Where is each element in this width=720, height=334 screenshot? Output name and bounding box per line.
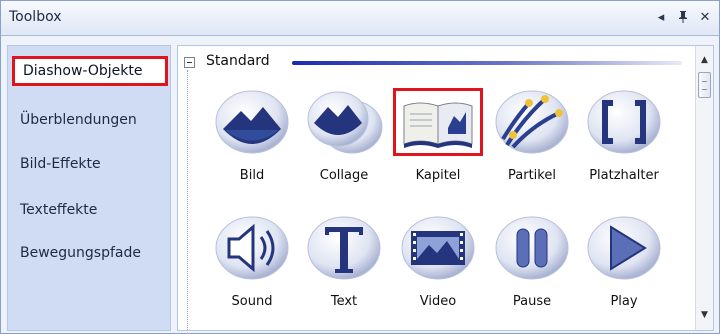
tile-label: Play [610, 294, 638, 309]
tile-label: Platzhalter [589, 168, 659, 183]
pin-icon[interactable] [675, 8, 691, 26]
window-title: Toolbox [9, 9, 62, 25]
tile-play[interactable]: Play [578, 212, 670, 312]
sidebar-item-diashow-objekte[interactable]: Diashow-Objekte [12, 56, 168, 86]
particle-icon [487, 88, 577, 156]
tile-label: Partikel [508, 168, 556, 183]
tile-bild[interactable]: Bild [206, 86, 298, 186]
scroll-thumb[interactable] [698, 72, 711, 98]
tree-guide-line [187, 70, 189, 330]
speaker-icon [207, 214, 297, 282]
group-divider [292, 61, 682, 65]
play-icon [579, 214, 669, 282]
tile-text[interactable]: Text [298, 212, 390, 312]
dropdown-arrow-icon[interactable]: ◂ [653, 8, 669, 26]
collage-icon [299, 88, 389, 156]
sidebar-item-bewegungspfade[interactable]: Bewegungspfade [10, 238, 166, 268]
tile-pause[interactable]: Pause [486, 212, 578, 312]
image-icon [207, 88, 297, 156]
placeholder-icon [579, 88, 669, 156]
tile-label: Pause [512, 294, 552, 309]
tile-label: Kapitel [415, 168, 461, 183]
group-title: Standard [206, 53, 270, 69]
sidebar-item-bild-effekte[interactable]: Bild-Effekte [10, 149, 166, 179]
tile-label: Text [330, 294, 358, 309]
category-sidebar: Diashow-Objekte Überblendungen Bild-Effe… [7, 45, 171, 331]
group-header: Standard [184, 52, 682, 74]
sidebar-item-texteffekte[interactable]: Texteffekte [10, 195, 166, 225]
tile-kapitel[interactable]: Kapitel [392, 86, 484, 186]
tile-sound[interactable]: Sound [206, 212, 298, 312]
tile-label: Sound [231, 294, 273, 309]
pause-icon [487, 214, 577, 282]
tile-collage[interactable]: Collage [298, 86, 390, 186]
collapse-toggle[interactable] [184, 57, 195, 68]
title-buttons: ◂ ✕ [653, 8, 713, 26]
tile-label: Collage [319, 168, 369, 183]
film-icon [393, 214, 483, 282]
tile-video[interactable]: Video [392, 212, 484, 312]
scroll-down-icon[interactable]: ▼ [700, 311, 709, 320]
objects-panel: Standard Bild Collage Kapitel Partikel P… [177, 45, 714, 331]
tile-platzhalter[interactable]: Platzhalter [578, 86, 670, 186]
vertical-scrollbar[interactable]: ▲ ▼ [695, 46, 713, 330]
tile-partikel[interactable]: Partikel [486, 86, 578, 186]
title-bar: Toolbox ◂ ✕ [1, 1, 719, 36]
toolbox-window: Toolbox ◂ ✕ Diashow-Objekte Überblendung… [0, 0, 720, 334]
tile-label: Video [419, 294, 457, 309]
tile-label: Bild [239, 168, 265, 183]
book-icon [393, 88, 483, 156]
scroll-up-icon[interactable]: ▲ [700, 56, 709, 65]
text-icon [299, 214, 389, 282]
sidebar-item-ueberblendungen[interactable]: Überblendungen [10, 105, 166, 135]
close-icon[interactable]: ✕ [697, 8, 713, 26]
